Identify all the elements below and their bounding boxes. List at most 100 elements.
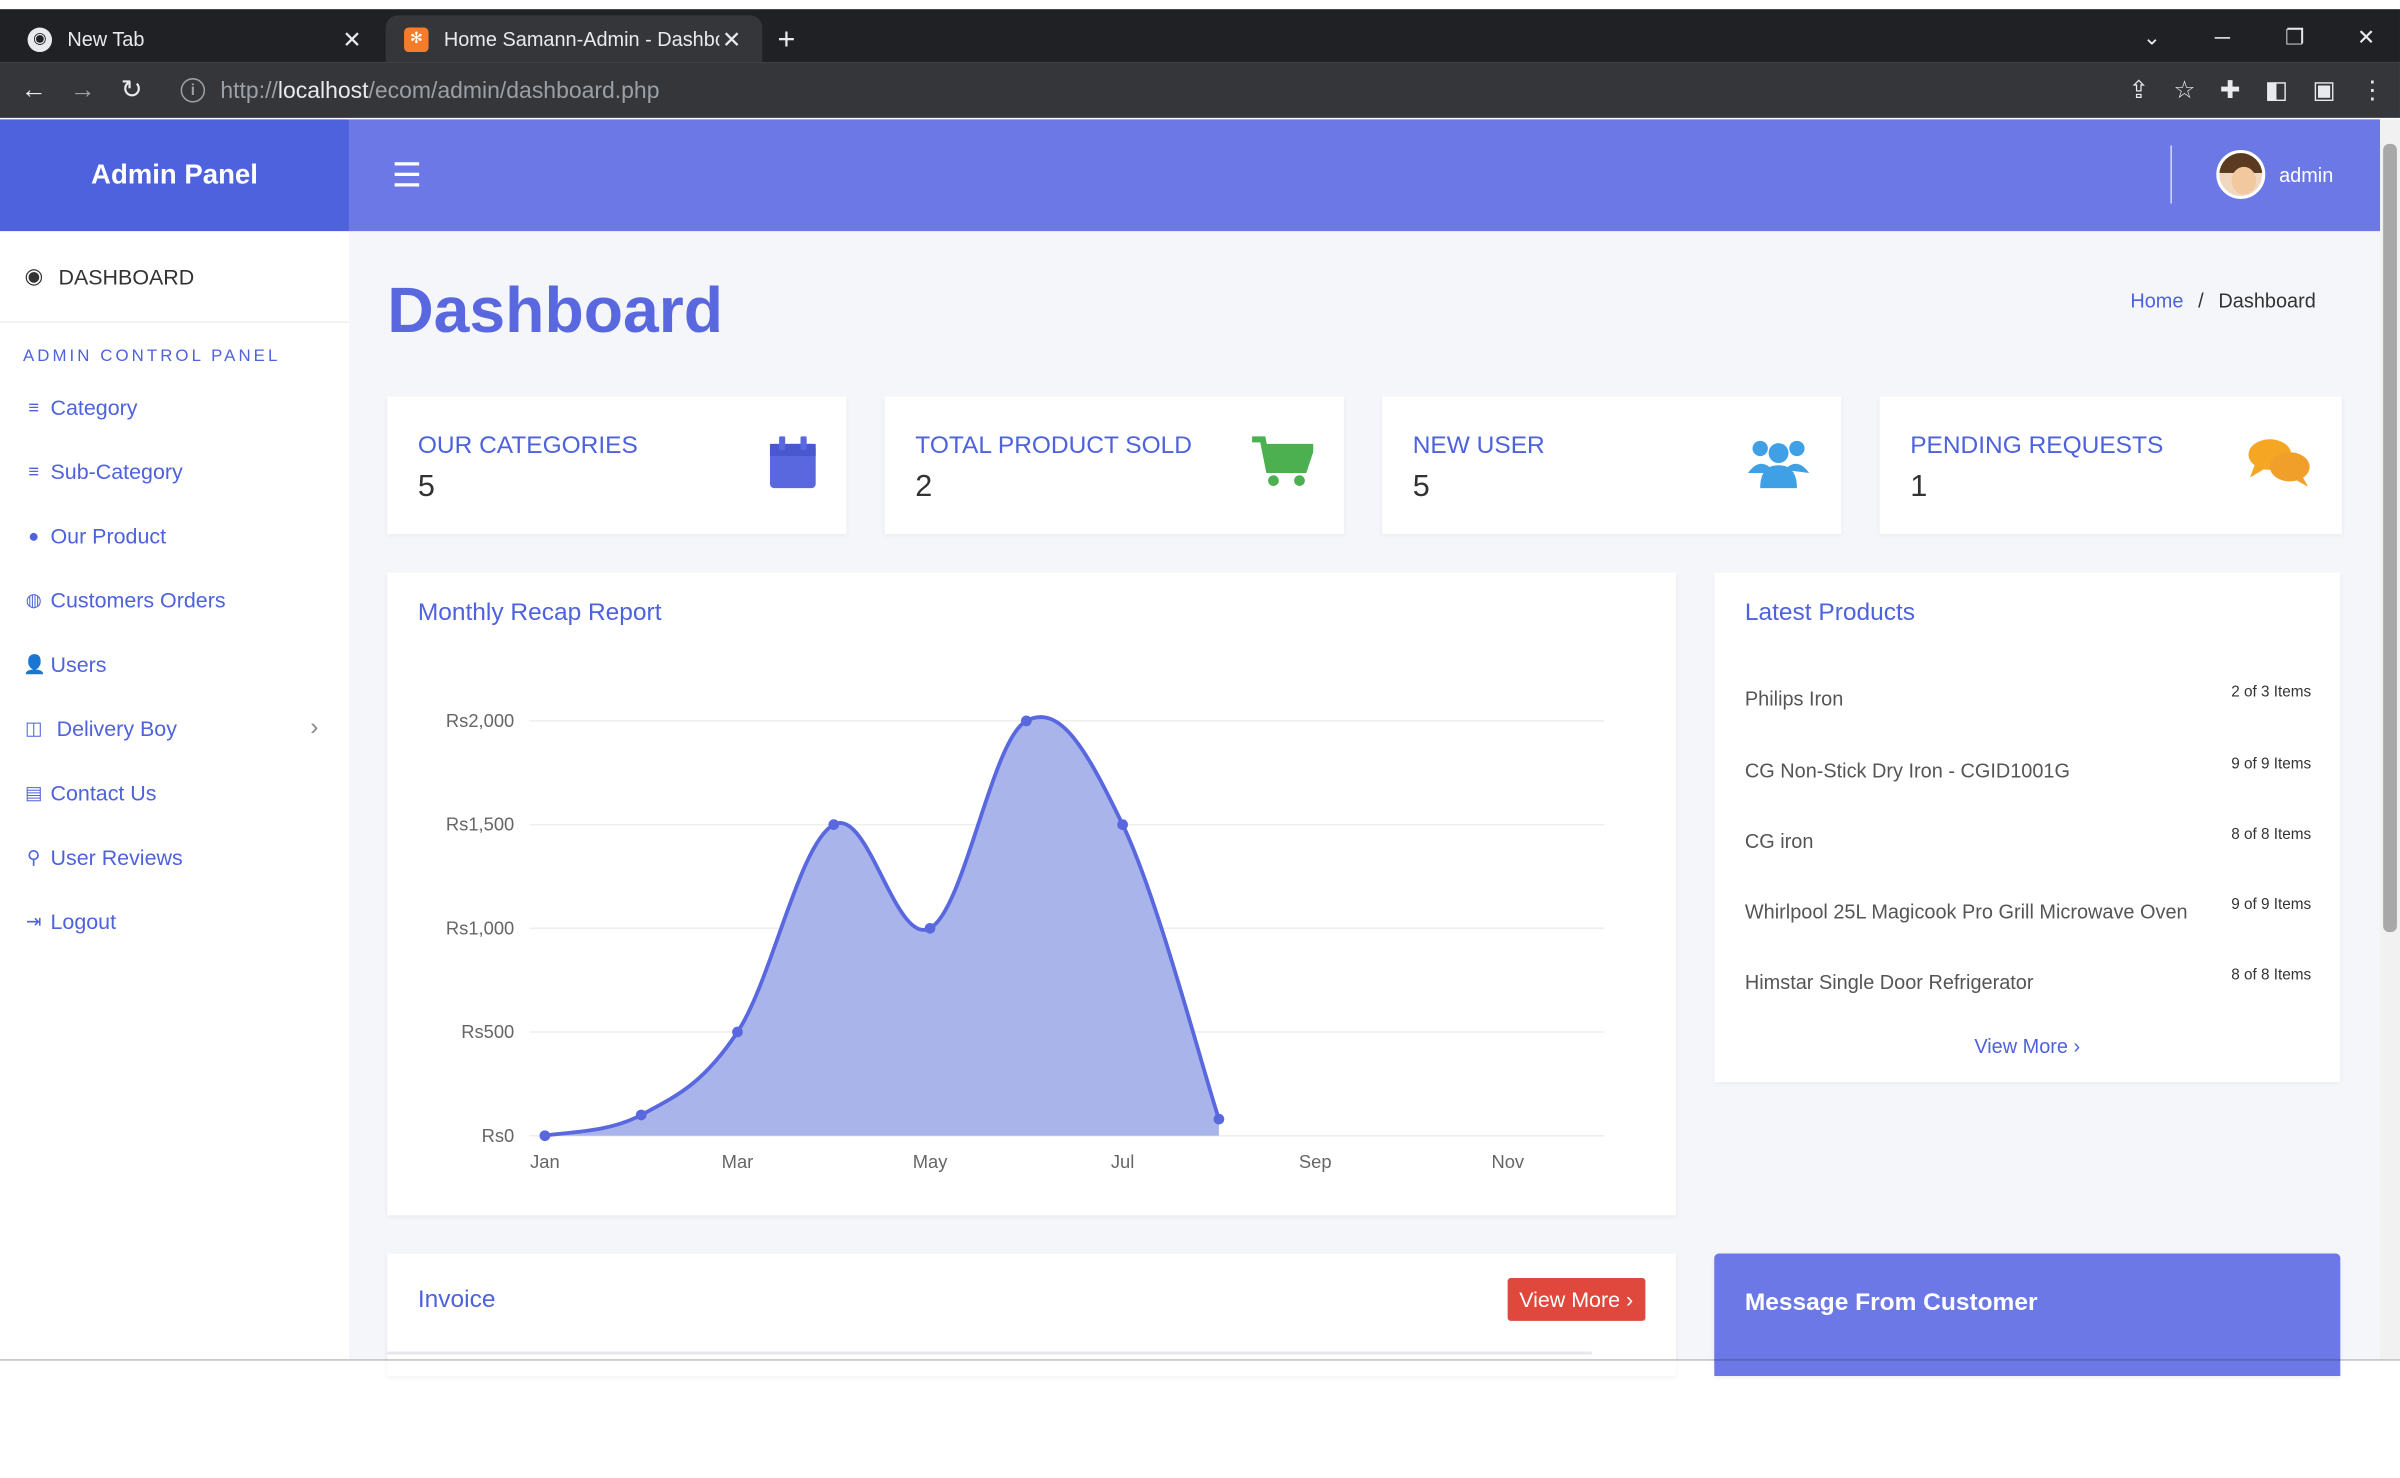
url-prefix: http://: [220, 77, 278, 104]
product-count: 9 of 9 Items: [2231, 896, 2312, 914]
scrollbar-thumb[interactable]: [2383, 143, 2397, 933]
page-scrollbar[interactable]: [2380, 119, 2400, 1360]
forward-icon[interactable]: →: [58, 75, 107, 106]
data-point[interactable]: [924, 922, 936, 934]
close-tab-icon[interactable]: ✕: [719, 25, 743, 53]
menu-icon[interactable]: ⋮: [2360, 75, 2384, 106]
url-field[interactable]: i http://localhost/ecom/admin/dashboard.…: [180, 67, 2201, 113]
tab-search-icon[interactable]: ⌄: [2143, 24, 2161, 50]
data-point[interactable]: [828, 819, 840, 830]
product-count: 2 of 3 Items: [2231, 684, 2312, 702]
data-point[interactable]: [1020, 715, 1032, 727]
breadcrumb: Home / Dashboard: [2130, 289, 2315, 312]
x-tick-label: Jan: [530, 1151, 560, 1172]
x-tick-label: Nov: [1491, 1151, 1524, 1172]
side-panel-icon[interactable]: ◧: [2265, 75, 2288, 106]
hamburger-menu-icon[interactable]: ☰: [392, 156, 422, 196]
data-point[interactable]: [732, 1026, 743, 1038]
minimize-icon[interactable]: ─: [2215, 24, 2230, 48]
x-tick-label: Mar: [722, 1151, 754, 1172]
sidebar-item-delivery-boy[interactable]: ◫ Delivery Boy ›: [0, 696, 349, 760]
table-icon: ◫: [24, 717, 43, 740]
cart-icon: [1252, 436, 1316, 496]
chrome-icon: ◉: [27, 26, 53, 52]
divider: [387, 1351, 1592, 1355]
sidebar-item-label: Logout: [50, 909, 117, 934]
list-item[interactable]: Philips Iron 2 of 3 Items: [1745, 684, 2312, 710]
sidebar-item-label: Contact Us: [50, 780, 157, 806]
y-tick-label: Rs2,000: [446, 710, 514, 731]
browser-tab-new-tab[interactable]: ◉ New Tab ✕: [9, 15, 382, 62]
sidebar-item-label: Delivery Boy: [56, 716, 177, 741]
close-tab-icon[interactable]: ✕: [340, 25, 364, 53]
list-item[interactable]: Himstar Single Door Refrigerator 8 of 8 …: [1745, 967, 2312, 993]
product-name: Whirlpool 25L Magicook Pro Grill Microwa…: [1744, 899, 2188, 923]
new-tab-icon[interactable]: +: [778, 23, 796, 58]
restore-icon[interactable]: ❐: [2285, 24, 2304, 50]
sidebar-item-category[interactable]: ≡ Category: [0, 375, 349, 439]
invoice-panel: Invoice View More ›: [387, 1253, 1677, 1377]
sidebar-item-user-reviews[interactable]: ⚲ User Reviews: [0, 825, 349, 889]
data-point[interactable]: [1213, 1113, 1225, 1125]
bookmark-star-icon[interactable]: ☆: [2173, 75, 2195, 106]
invoice-view-more-button[interactable]: View More ›: [1506, 1278, 1646, 1321]
chevron-right-icon: ›: [1625, 1287, 1634, 1312]
y-tick-label: Rs0: [482, 1125, 515, 1146]
close-window-icon[interactable]: ✕: [2357, 24, 2375, 50]
list-item[interactable]: CG iron 8 of 8 Items: [1745, 826, 2312, 853]
button-label: View More: [1519, 1287, 1621, 1312]
sidebar-item-users[interactable]: 👤 Users: [0, 632, 349, 696]
stat-label: NEW USER: [1412, 433, 1545, 460]
data-point[interactable]: [635, 1109, 647, 1121]
calendar-icon: [769, 436, 816, 496]
panel-title: Latest Products: [1744, 599, 1916, 627]
sidebar-item-label: Sub-Category: [50, 459, 183, 484]
list-icon: ≡: [28, 396, 40, 418]
sidebar-item-customers-orders[interactable]: ◍ Customers Orders: [0, 568, 349, 632]
sidebar-item-label: Category: [50, 394, 138, 420]
stat-card-new-user[interactable]: NEW USER 5: [1382, 396, 1842, 535]
admin-app: Admin Panel ◉ DASHBOARD ADMIN CONTROL PA…: [0, 119, 2381, 1377]
avatar[interactable]: [2216, 149, 2266, 199]
window-bottom-edge: [0, 1359, 2400, 1361]
stat-value: 5: [417, 469, 435, 504]
product-count: 8 of 8 Items: [2231, 967, 2312, 985]
extensions-icon[interactable]: ✚: [2220, 75, 2241, 106]
sidebar-item-contact-us[interactable]: ▤ Contact Us: [0, 761, 349, 825]
view-more-link[interactable]: View More ›: [1714, 1035, 2340, 1058]
back-icon[interactable]: ←: [9, 75, 58, 106]
area-fill: [544, 717, 1219, 1136]
sidebar-item-our-product[interactable]: ● Our Product: [0, 504, 349, 568]
user-name[interactable]: admin: [2279, 164, 2333, 187]
sidebar-item-sub-category[interactable]: ≡ Sub-Category: [0, 439, 349, 503]
url-path: /ecom/admin/dashboard.php: [368, 77, 660, 104]
stat-card-pending-requests[interactable]: PENDING REQUESTS 1: [1879, 396, 2342, 535]
product-name: CG Non-Stick Dry Iron - CGID1001G: [1744, 759, 2070, 783]
stat-label: PENDING REQUESTS: [1910, 433, 2164, 460]
product-count: 8 of 8 Items: [2231, 826, 2312, 844]
browser-tab-dashboard[interactable]: ✻ Home Samann-Admin - Dashboard ✕: [385, 15, 763, 63]
user-icon: 👤: [22, 653, 46, 675]
page-title: Dashboard: [387, 273, 724, 346]
stat-card-products-sold[interactable]: TOTAL PRODUCT SOLD 2: [884, 396, 1344, 535]
site-info-icon[interactable]: i: [180, 78, 206, 103]
stat-card-categories[interactable]: OUR CATEGORIES 5: [387, 396, 847, 535]
reload-icon[interactable]: ↻: [107, 75, 156, 106]
sidebar-item-logout[interactable]: ⇥ Logout: [0, 889, 349, 953]
stat-value: 5: [1412, 469, 1430, 504]
stat-label: OUR CATEGORIES: [417, 433, 638, 460]
sidebar-item-dashboard[interactable]: ◉ DASHBOARD: [0, 231, 349, 323]
profile-icon[interactable]: ▣: [2313, 75, 2336, 106]
breadcrumb-home-link[interactable]: Home: [2130, 289, 2183, 312]
orders-icon: ◍: [25, 589, 42, 611]
brand-title[interactable]: Admin Panel: [0, 119, 349, 232]
y-tick-label: Rs1,500: [446, 814, 514, 835]
data-point[interactable]: [539, 1130, 551, 1142]
share-icon[interactable]: ⇪: [2128, 75, 2149, 106]
url-host: localhost: [277, 77, 369, 104]
data-point[interactable]: [1117, 819, 1128, 830]
view-more-label: View More: [1974, 1034, 2069, 1058]
sidebar-item-label: Customers Orders: [50, 587, 226, 613]
list-item[interactable]: CG Non-Stick Dry Iron - CGID1001G 9 of 9…: [1744, 756, 2311, 783]
list-item[interactable]: Whirlpool 25L Magicook Pro Grill Microwa…: [1744, 896, 2312, 923]
